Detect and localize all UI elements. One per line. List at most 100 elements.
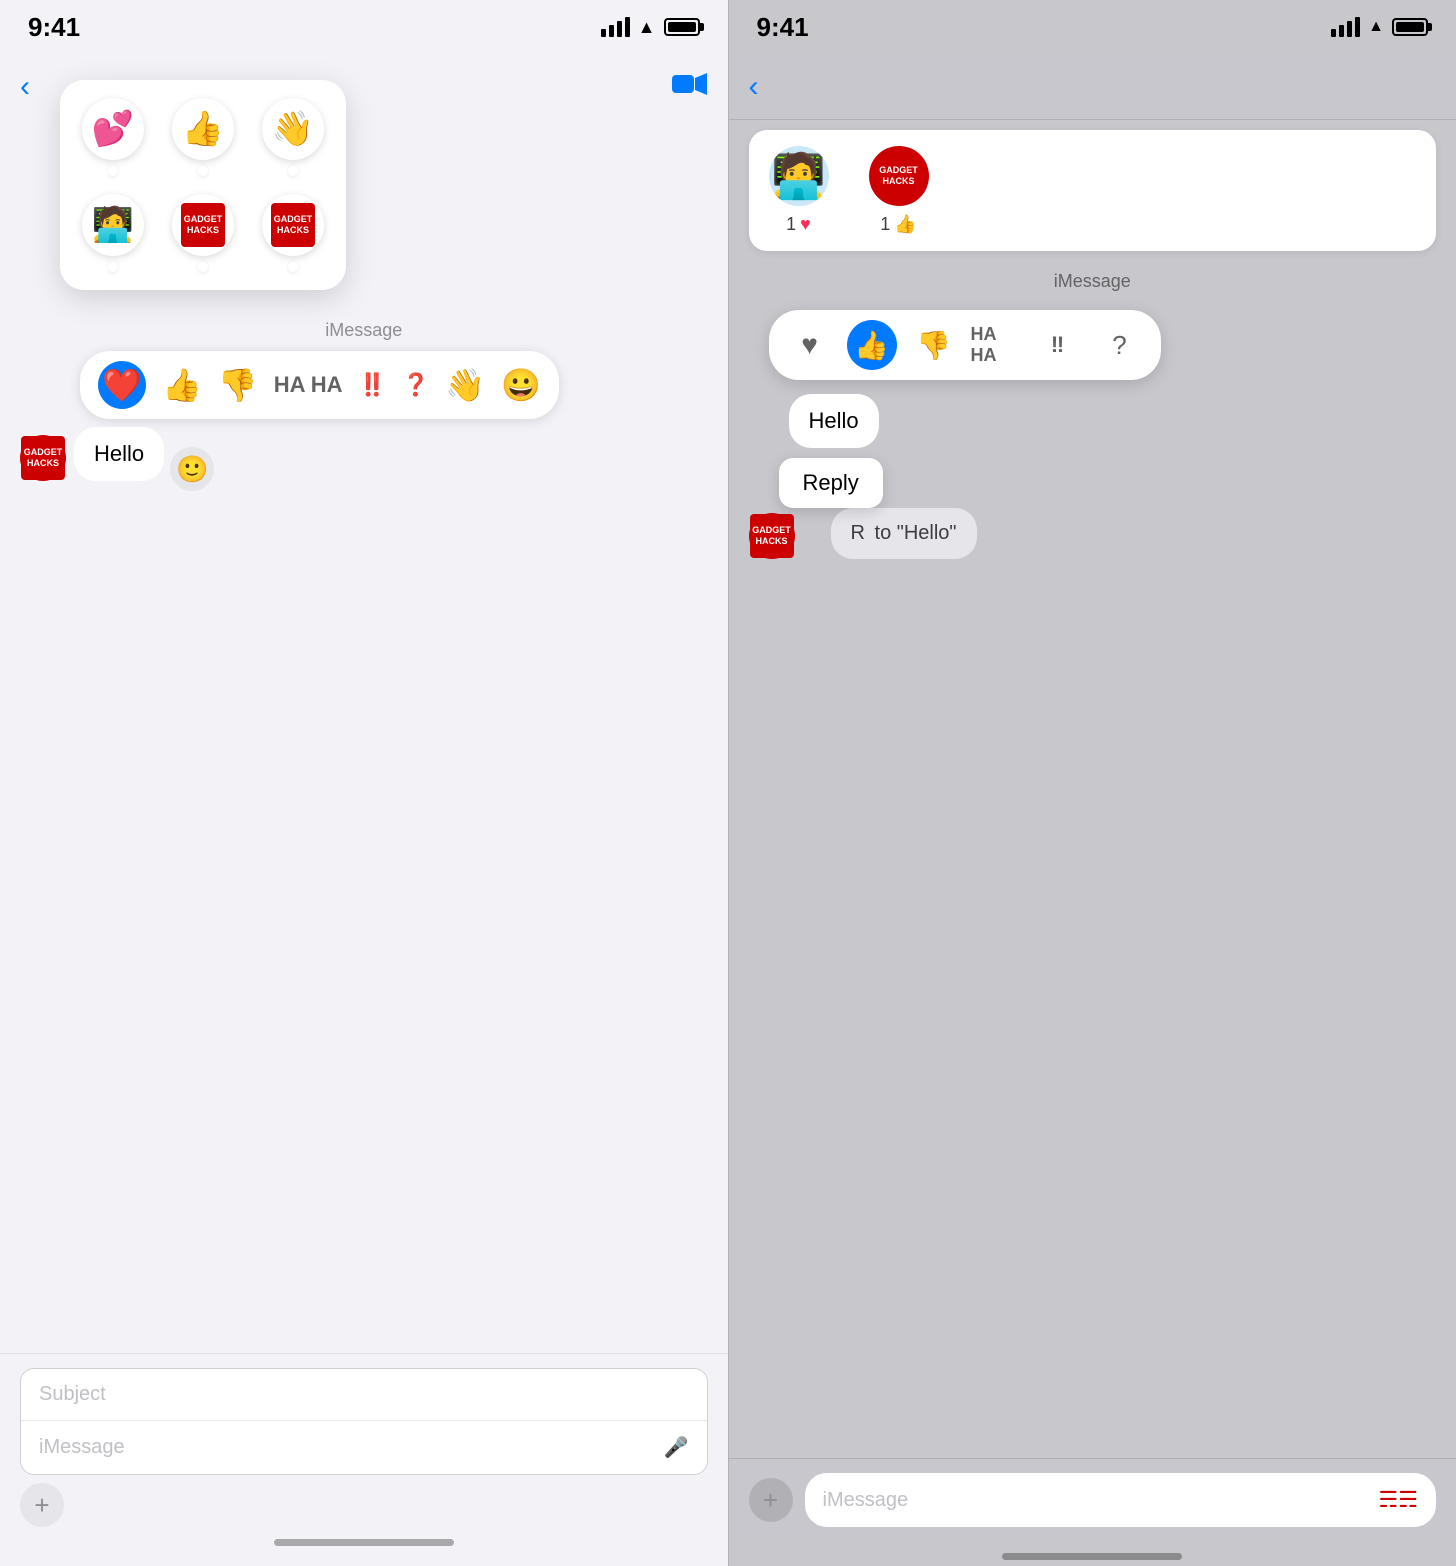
reaction-memoji-item[interactable]: 🧑‍💻 [82,194,144,272]
right-status-time: 9:41 [757,12,809,43]
thumbsup-reaction-icon: 👍 [894,214,916,235]
right-message-area: Hello Reply GADGET HACKS R to "Hello" [729,394,1456,1458]
right-plus-icon: + [763,1485,778,1516]
battery-icon [664,18,700,36]
heart-reaction-icon: ♥ [800,214,811,235]
right-tapback-haha[interactable]: HA HA [971,320,1021,370]
reaction-heart-dot [108,166,118,176]
person1-avatar: 🧑‍💻 [769,146,829,206]
back-button[interactable]: ‹ [20,70,30,104]
reaction-heart-item[interactable]: 💕 [82,98,144,176]
reaction-memoji-bubble: 🧑‍💻 [82,194,144,256]
left-status-time: 9:41 [28,12,80,43]
message-input-field[interactable]: iMessage 🎤 [21,1421,707,1474]
right-status-bar: 9:41 ▲ [729,0,1456,54]
right-partial-message: to "Hello" [875,522,957,544]
right-tapback-heart[interactable]: ♥ [785,320,835,370]
right-tapback-thumbsdown[interactable]: 👎 [909,320,959,370]
right-input-area: + iMessage ☴☴ [729,1458,1456,1541]
right-gadget-badge: GADGET HACKS [750,514,794,558]
right-tapback-thumbsup[interactable]: 👍 [847,320,897,370]
reaction-wave-dot [288,166,298,176]
person1-count: 1 [786,214,796,235]
question-icon: ? [1112,330,1126,361]
reaction-gadget2-bubble: GADGET HACKS [262,194,324,256]
right-back-button[interactable]: ‹ [749,70,759,104]
gadget-hacks-badge-2: GADGET HACKS [271,203,315,247]
reaction-wave-bubble: 👋 [262,98,324,160]
reactions-header: 🧑‍💻 1 ♥ GADGET HACKS 1 👍 [749,130,1437,251]
tapback-exclaim[interactable]: ‼️ [359,372,386,398]
right-tapback-exclaim[interactable]: ‼ [1033,320,1083,370]
reactions-popup: 💕 👍 👋 🧑‍💻 GADGET HACKS [60,80,346,290]
wifi-icon: ▲ [638,17,656,38]
right-plus-button[interactable]: + [749,1478,793,1522]
left-bubble-wrapper: Hello 🙂 [74,427,164,481]
signal-icon [601,17,630,37]
left-status-bar: 9:41 ▲ [0,0,728,54]
left-tapback-row: ❤️ 👍 👎 HA HA ‼️ ❓ 👋 😀 [80,351,559,419]
reaction-person-1: 🧑‍💻 1 ♥ [769,146,829,235]
person1-reaction-count: 1 ♥ [786,214,811,235]
right-battery-icon [1392,18,1428,36]
reaction-gadget1-bubble: GADGET HACKS [172,194,234,256]
subject-field: Subject iMessage 🎤 [20,1368,708,1475]
tapback-wave[interactable]: 👋 [445,366,485,404]
tapback-emoji[interactable]: 😀 [501,366,541,404]
left-input-area: Subject iMessage 🎤 + [0,1353,728,1566]
right-reaction-row: GADGET HACKS R to "Hello" [749,508,1437,559]
left-plus-button[interactable]: + [20,1483,64,1527]
thumbsup-icon: 👍 [854,329,889,362]
reaction-gadget2-item[interactable]: GADGET HACKS [262,194,324,272]
plus-icon: + [34,1490,49,1521]
person2-avatar: GADGET HACKS [869,146,929,206]
person2-reaction-count: 1 👍 [880,214,916,235]
right-tapback-question[interactable]: ? [1095,320,1145,370]
reaction-gadget1-item[interactable]: GADGET HACKS [172,194,234,272]
person2-count: 1 [880,214,890,235]
left-message-row: GADGET HACKS Hello 🙂 [20,427,708,481]
reaction-memoji-dot [108,262,118,272]
right-hello-row: Hello Reply [749,394,1437,448]
tapback-haha[interactable]: HA HA [274,372,343,398]
right-nav-bar: ‹ [729,54,1456,120]
left-home-indicator [274,1539,454,1546]
left-hello-bubble: Hello [74,427,164,481]
right-imessage-label: iMessage [729,271,1456,292]
reactions-top-row: 💕 👍 👋 [82,98,324,176]
tapback-heart[interactable]: ❤️ [98,361,146,409]
right-message-input[interactable]: iMessage ☴☴ [805,1473,1437,1527]
left-hello-text: Hello [94,441,144,466]
left-imessage-label: iMessage [20,320,708,341]
right-partial-bubble: R to "Hello" [831,508,977,559]
reaction-thumbsup-item[interactable]: 👍 [172,98,234,176]
tapback-thumbsup[interactable]: 👍 [162,366,202,404]
reaction-thumbsup-bubble: 👍 [172,98,234,160]
left-message-area: iMessage ❤️ 👍 👎 HA HA ‼️ ❓ 👋 😀 GADGET HA… [0,120,728,1353]
left-gadget-badge: GADGET HACKS [21,436,65,480]
memoji-icon: 🧑‍💻 [771,150,826,202]
reaction-wave-item[interactable]: 👋 [262,98,324,176]
tapback-question[interactable]: ❓ [402,372,429,398]
left-status-icons: ▲ [601,17,700,38]
left-avatar: GADGET HACKS [20,435,66,481]
right-message-placeholder: iMessage [823,1489,909,1512]
gadget-hacks-badge-1: GADGET HACKS [181,203,225,247]
subject-input[interactable]: Subject [21,1369,707,1421]
left-phone-panel: 9:41 ▲ ‹ 💕 [0,0,728,1566]
heart-icon: ♥ [801,329,818,361]
reaction-thumbsup-dot [198,166,208,176]
video-call-button[interactable] [672,71,708,103]
reaction-gadget2-dot [288,262,298,272]
right-phone-panel: 9:41 ▲ ‹ 🧑‍💻 1 ♥ [729,0,1456,1566]
right-signal-icon [1331,17,1360,37]
right-tapback-container: ♥ 👍 👎 HA HA ‼ ? [729,302,1456,388]
reply-tooltip[interactable]: Reply [779,458,883,508]
left-input-row: + [20,1483,708,1527]
emoji-picker-button[interactable]: 🙂 [170,447,214,491]
right-home-indicator [1002,1553,1182,1560]
tapback-thumbsdown[interactable]: 👎 [218,366,258,404]
right-partial-r: R [851,522,865,544]
right-hello-text: Hello [809,408,859,433]
reaction-heart-bubble: 💕 [82,98,144,160]
